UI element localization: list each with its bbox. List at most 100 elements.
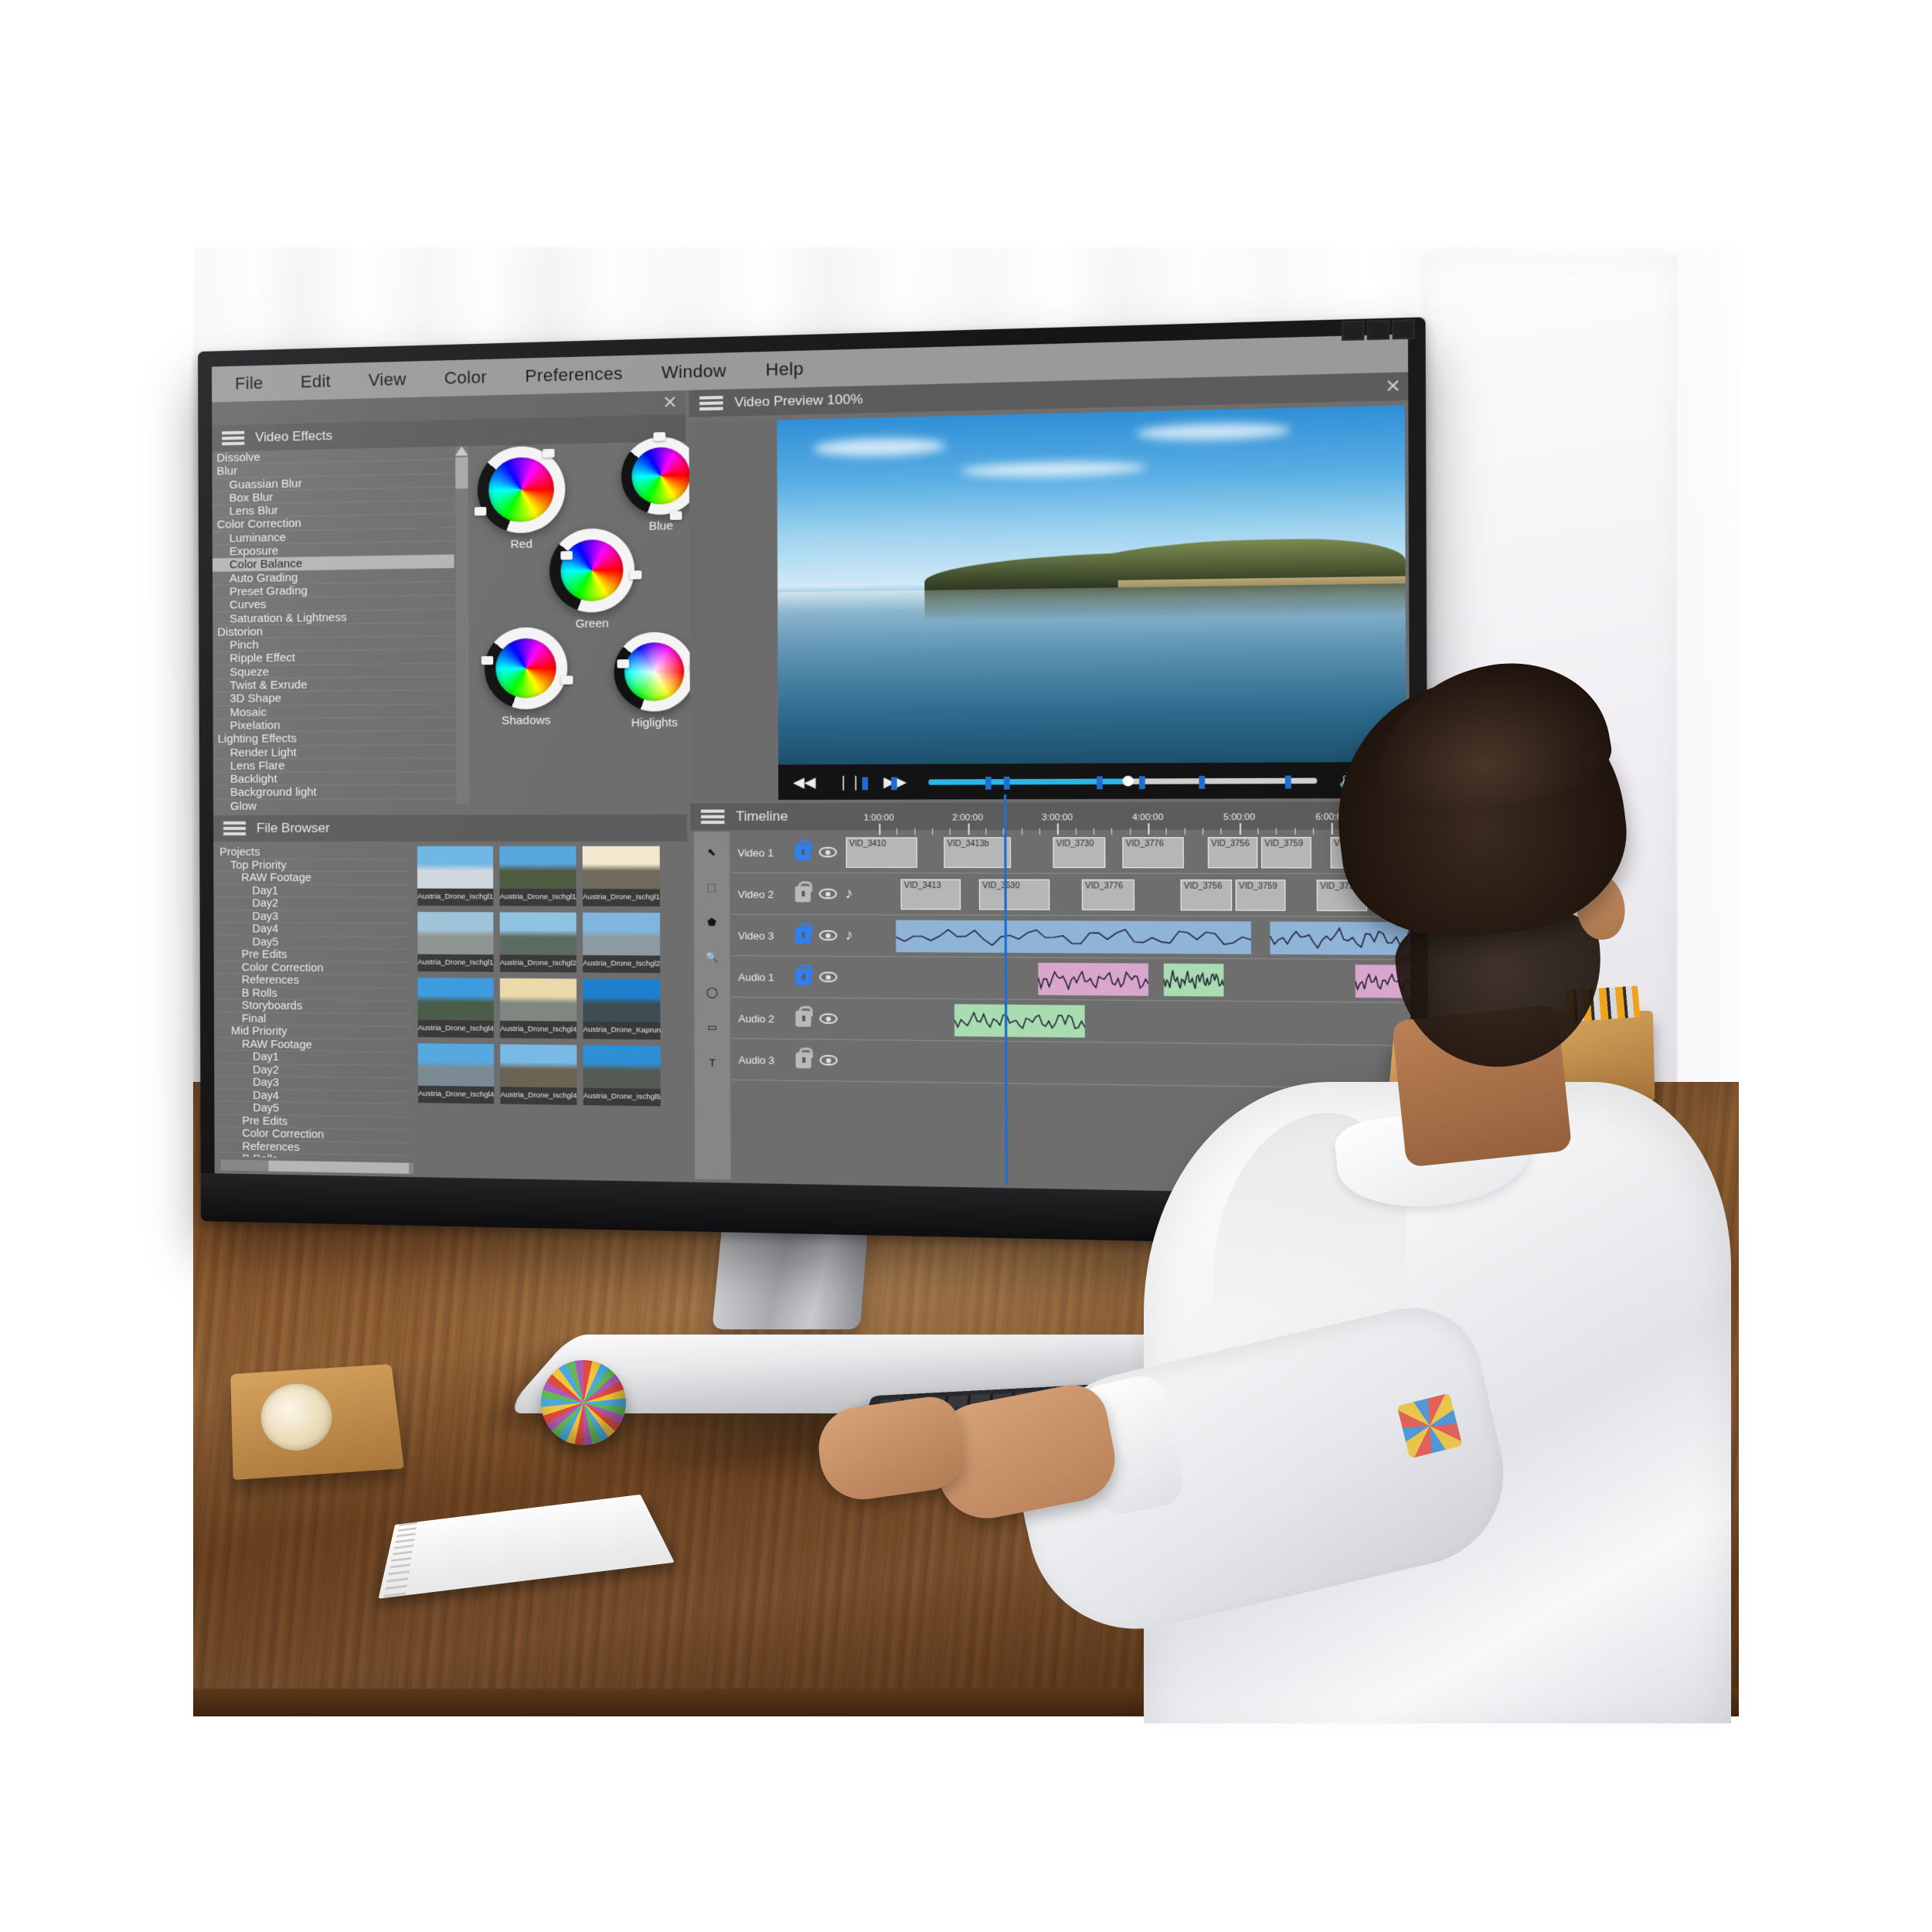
wheel-shadows-ring[interactable] [485,627,568,709]
visibility-eye-icon[interactable] [819,930,837,941]
wheel-green-ring[interactable] [549,528,634,613]
wheel-red[interactable]: Red [478,445,566,533]
zoom-tool-icon[interactable]: 🔍 [701,947,724,969]
folder-tree-item[interactable]: RAW Footage [217,1038,412,1053]
effect-item[interactable]: Backlight [213,772,455,787]
menu-item-preferences[interactable]: Preferences [525,363,622,386]
folder-tree-item[interactable]: Day3 [216,910,411,924]
menu-list-icon[interactable] [223,431,244,446]
wheel-shadows[interactable]: Shadows [485,627,568,709]
wheel-green-handle-b[interactable] [630,570,642,580]
timeline-clip[interactable]: VID_3413 [900,879,961,910]
folder-tree-item[interactable]: Projects [216,846,411,859]
media-thumbnail[interactable]: Austria_Drone_Ischgl1_3 [499,846,576,906]
preview-menu-list-icon[interactable] [700,396,723,410]
close-effects-topbar-icon[interactable]: ✕ [662,392,677,413]
wheel-highlights-gradient[interactable] [624,642,685,702]
wheel-red-gradient[interactable] [489,457,554,522]
effect-item[interactable]: Glow [213,799,455,812]
visibility-eye-icon[interactable] [819,1013,837,1024]
timeline-marker[interactable] [1097,776,1103,789]
visibility-eye-icon[interactable] [819,889,837,900]
wheel-highlights[interactable]: Higlights [614,631,695,712]
media-thumbnail[interactable]: Austria_Drone_Ischgl5_1 [583,1045,661,1106]
timeline-marker[interactable] [1004,777,1010,790]
folder-tree-item[interactable]: Day4 [216,923,411,937]
visibility-eye-icon[interactable] [819,1055,837,1066]
wheel-red-ring[interactable] [478,445,566,533]
lock-icon[interactable] [795,969,811,985]
wheel-shadows-handle-b[interactable] [561,675,573,684]
files-menu-list-icon[interactable] [224,821,246,835]
folder-tree-item[interactable]: Day2 [216,897,411,910]
folder-tree-item[interactable]: Storyboards [217,999,412,1014]
lock-icon[interactable] [796,1052,811,1068]
progress-handle[interactable] [1123,776,1134,787]
media-thumbnail[interactable]: Austria_Drone_Ischgl4_3 [500,1044,577,1105]
lasso-tool-icon[interactable]: ⬟ [700,911,723,934]
wheel-blue-handle-a[interactable] [653,432,665,441]
effect-item[interactable]: Lighting Effects [213,731,455,746]
media-thumbnail[interactable]: Austria_Drone_Ischgl4_2 [418,1043,494,1104]
restore-button[interactable]: ❐ [1367,320,1389,340]
lock-icon[interactable] [795,844,811,860]
effect-item[interactable]: Mosaic [213,704,455,719]
media-thumbnail[interactable]: Austria_Drone_Ischgl1_1_4 [417,846,493,906]
timeline-marker[interactable] [891,777,897,790]
media-thumbnail[interactable]: Austria_Drone_Ischgl2_1 [500,912,577,972]
rectangle-tool-icon[interactable]: ▭ [701,1016,724,1039]
media-thumbnail[interactable]: Austria_Drone_Ischgl1_5_3 [417,912,493,972]
minimize-button[interactable]: _ [1342,321,1364,341]
timeline-marker[interactable] [985,777,992,790]
ellipse-tool-icon[interactable]: ◯ [701,981,724,1004]
menu-item-color[interactable]: Color [444,367,487,389]
menu-item-window[interactable]: Window [662,361,726,383]
effect-item[interactable]: Background light [213,785,455,799]
timeline-clip[interactable]: VID_3410 [846,837,917,868]
folder-tree-item[interactable]: References [217,974,412,988]
folder-tree-item[interactable]: Pre Edits [217,948,412,962]
wheel-shadows-gradient[interactable] [495,638,557,699]
wheel-blue-gradient[interactable] [631,447,690,505]
wheel-shadows-handle-a[interactable] [481,656,493,665]
timeline-clip[interactable]: VID_3776 [1082,879,1134,910]
visibility-eye-icon[interactable] [819,971,837,982]
effects-scrollbar-thumb[interactable] [455,457,468,488]
media-thumbnail[interactable]: Austria_Drone_Ischgl4_4 [418,978,494,1038]
timeline-clip[interactable]: VID_3730 [1053,837,1105,868]
rewind-icon[interactable]: ◀◀ [793,774,816,791]
wheel-green[interactable]: Green [549,528,634,613]
timeline-clip[interactable]: VID_3413b [944,837,1011,868]
folder-tree-item[interactable]: Day1 [216,885,411,898]
visibility-eye-icon[interactable] [818,847,836,857]
folder-tree-item[interactable]: Mid Priority [217,1025,412,1039]
audio-waveform-clip[interactable] [954,1004,1085,1037]
project-folder-tree[interactable]: Projects Top Priority RAW Footage Day1 Day2 D… [216,846,412,1160]
pointer-tool-icon[interactable]: ⬉ [700,842,723,864]
lock-icon[interactable] [795,1010,811,1026]
wheel-green-gradient[interactable] [560,539,624,601]
folder-tree-item[interactable]: Color Correction [217,961,412,975]
effect-item[interactable]: Render Light [213,745,455,760]
wheel-highlights-ring[interactable] [614,631,695,712]
effects-scrollbar-track[interactable] [455,446,469,804]
lock-icon[interactable] [795,927,811,944]
audio-waveform-clip[interactable] [1038,963,1148,996]
lock-icon[interactable] [795,886,811,902]
marquee-select-tool-icon[interactable]: ⬚ [700,876,723,899]
menu-item-file[interactable]: File [235,373,264,394]
folder-tree-item[interactable]: Top Priority [216,859,411,872]
scroll-up-arrow-icon[interactable] [455,446,468,456]
effects-list[interactable]: Dissolve Blur Guassian Blur Box Blur Lens Bl… [212,447,454,812]
menu-item-help[interactable]: Help [766,359,804,380]
media-thumbnail[interactable]: Austria_Drone_Ischgl4_5 [500,978,577,1039]
media-thumbnail[interactable]: Austria_Drone_Ischgl2_1_2 [583,913,660,973]
close-preview-icon[interactable]: ✕ [1385,376,1401,397]
media-thumbnail[interactable]: Austria_Drone_Kaprun1_1 [583,979,660,1040]
menu-item-view[interactable]: View [369,369,406,391]
media-thumbnail[interactable]: Austria_Drone_Ischgl1_3_2 [583,846,660,906]
wheel-highlights-handle-a[interactable] [617,659,630,668]
effect-item[interactable]: Pixelation [213,718,455,733]
timeline-clip[interactable]: VID_3630 [979,879,1049,910]
thumbnail-grid[interactable]: Austria_Drone_Ischgl1_1_4 Austria_Drone_… [417,846,661,1175]
